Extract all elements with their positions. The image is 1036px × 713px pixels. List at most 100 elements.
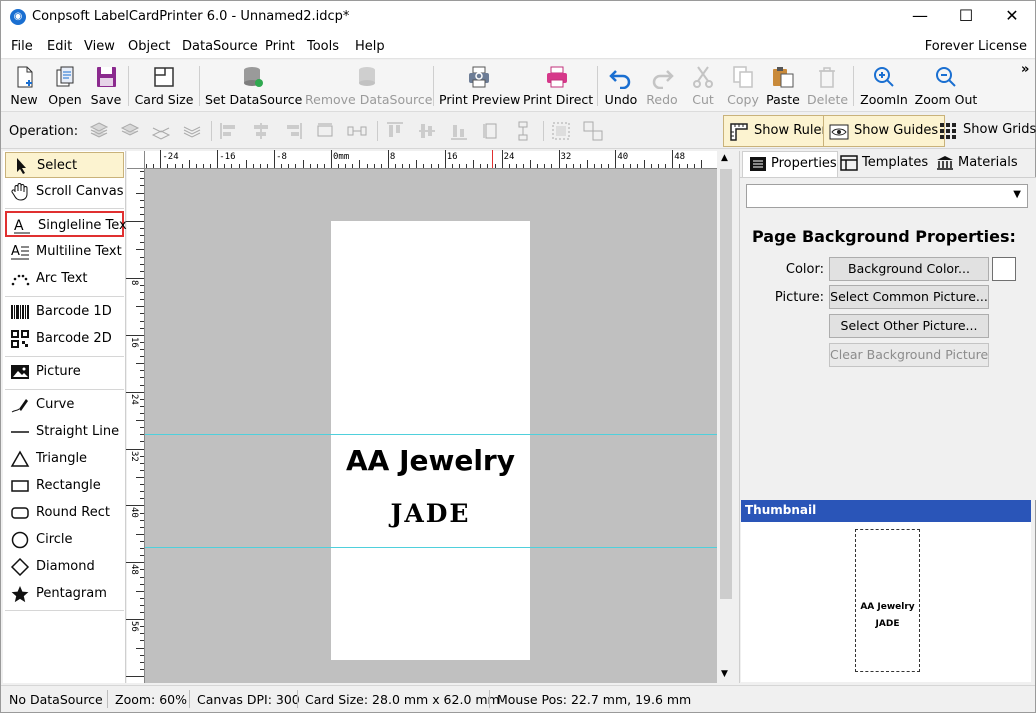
tab-templates[interactable]: Templates bbox=[834, 151, 928, 177]
align-middle-icon[interactable] bbox=[417, 121, 437, 141]
align-width-icon[interactable] bbox=[315, 121, 335, 141]
menu-tools[interactable]: Tools bbox=[307, 39, 339, 54]
tool-barcode-1d[interactable]: Barcode 1D bbox=[5, 299, 124, 325]
ruler-tick bbox=[700, 160, 702, 168]
scroll-up-icon[interactable]: ▲ bbox=[721, 153, 728, 163]
maximize-button[interactable]: ☐ bbox=[943, 1, 989, 33]
cut-button[interactable]: Cut bbox=[685, 63, 721, 109]
tool-barcode-2d[interactable]: Barcode 2D bbox=[5, 326, 124, 352]
tool-rectangle[interactable]: Rectangle bbox=[5, 473, 124, 499]
tool-round-rect[interactable]: Round Rect bbox=[5, 500, 124, 526]
tool-diamond[interactable]: Diamond bbox=[5, 554, 124, 580]
zoom-in-button[interactable]: ZoomIn bbox=[859, 63, 909, 109]
label-card[interactable]: AA Jewelry JADE bbox=[331, 221, 530, 660]
show-grids-toggle[interactable]: Show Grids bbox=[933, 115, 1036, 147]
ruler-tick bbox=[140, 668, 144, 670]
new-button[interactable]: New bbox=[7, 63, 41, 109]
tool-scroll-canvas[interactable]: Scroll Canvas bbox=[5, 179, 124, 205]
minimize-button[interactable]: — bbox=[897, 1, 943, 33]
tool-multiline-text[interactable]: A Multiline Text bbox=[5, 239, 124, 265]
send-to-back-icon[interactable] bbox=[182, 121, 202, 141]
tab-properties[interactable]: Properties bbox=[742, 151, 838, 177]
menu-datasource[interactable]: DataSource bbox=[182, 39, 258, 54]
clear-background-picture-button[interactable]: Clear Background Picture bbox=[829, 343, 989, 367]
open-button[interactable]: Open bbox=[46, 63, 84, 109]
copy-icon bbox=[733, 66, 753, 88]
color-swatch[interactable] bbox=[992, 257, 1016, 281]
show-guides-toggle[interactable]: Show Guides bbox=[823, 115, 946, 147]
print-direct-button[interactable]: Print Direct bbox=[523, 63, 593, 109]
menu-help[interactable]: Help bbox=[355, 39, 385, 54]
copy-button[interactable]: Copy bbox=[725, 63, 761, 109]
send-backward-icon[interactable] bbox=[151, 121, 171, 141]
paste-button[interactable]: Paste bbox=[765, 63, 801, 109]
scroll-down-icon[interactable]: ▼ bbox=[721, 669, 728, 679]
align-left-icon[interactable] bbox=[219, 121, 239, 141]
toolbar-separator bbox=[433, 66, 434, 106]
ruler-tick bbox=[140, 427, 144, 429]
align-bottom-icon[interactable] bbox=[449, 121, 469, 141]
set-datasource-button[interactable]: Set DataSource bbox=[205, 63, 302, 109]
align-right-icon[interactable] bbox=[283, 121, 303, 141]
menu-file[interactable]: File bbox=[11, 39, 33, 54]
tool-singleline-text[interactable]: A Singleline Text bbox=[5, 211, 132, 237]
show-ruler-toggle[interactable]: Show Ruler bbox=[723, 115, 834, 147]
tool-straight-line[interactable]: Straight Line bbox=[5, 419, 124, 445]
tool-circle[interactable]: Circle bbox=[5, 527, 124, 553]
palette-separator bbox=[5, 389, 124, 390]
card-size-button[interactable]: Card Size bbox=[134, 63, 194, 109]
ruler-tick bbox=[140, 292, 144, 294]
undo-button[interactable]: Undo bbox=[603, 63, 639, 109]
ruler-label: 8 bbox=[129, 279, 139, 286]
bring-to-front-icon[interactable] bbox=[89, 121, 109, 141]
background-color-button[interactable]: Background Color... bbox=[829, 257, 989, 281]
close-button[interactable]: ✕ bbox=[989, 1, 1035, 33]
tool-arc-text[interactable]: Arc Text bbox=[5, 266, 124, 292]
group-icon[interactable] bbox=[551, 121, 571, 141]
space-vertical-icon[interactable] bbox=[513, 121, 533, 141]
menu-print[interactable]: Print bbox=[265, 39, 295, 54]
tool-pentagram[interactable]: Pentagram bbox=[5, 581, 124, 607]
align-top-icon[interactable] bbox=[385, 121, 405, 141]
guide-line[interactable] bbox=[145, 434, 717, 435]
remove-datasource-button[interactable]: Remove DataSource bbox=[305, 63, 432, 109]
scrollbar-thumb[interactable] bbox=[720, 169, 732, 599]
toolbar-overflow-button[interactable]: » bbox=[1021, 62, 1029, 77]
tool-curve[interactable]: Curve bbox=[5, 392, 124, 418]
save-button[interactable]: Save bbox=[89, 63, 123, 109]
ruler-label: 16 bbox=[446, 152, 458, 162]
ruler-tick bbox=[238, 164, 240, 168]
tab-materials[interactable]: Materials bbox=[930, 151, 1018, 177]
menu-edit[interactable]: Edit bbox=[47, 39, 72, 54]
guide-line[interactable] bbox=[145, 547, 717, 548]
print-preview-button[interactable]: Print Preview bbox=[439, 63, 520, 109]
vertical-scrollbar[interactable]: ▲ ▼ bbox=[717, 151, 735, 683]
select-other-picture-button[interactable]: Select Other Picture... bbox=[829, 314, 989, 338]
bring-forward-icon[interactable] bbox=[120, 121, 140, 141]
ruler-tick bbox=[515, 164, 517, 168]
tool-select[interactable]: Select bbox=[5, 152, 124, 178]
space-horizontal-icon[interactable] bbox=[347, 121, 367, 141]
printer-icon bbox=[547, 66, 567, 88]
delete-button[interactable]: Delete bbox=[807, 63, 848, 109]
design-canvas[interactable]: -24 -16 -8 0mm 8 16 24 32 40 48 8 16 24 32 40 48 56 AA … bbox=[126, 150, 735, 683]
ruler-tick bbox=[140, 491, 144, 493]
text-object-jade[interactable]: JADE bbox=[331, 499, 530, 528]
zoom-out-button[interactable]: Zoom Out bbox=[914, 63, 978, 109]
menu-object[interactable]: Object bbox=[128, 39, 170, 54]
tool-triangle[interactable]: Triangle bbox=[5, 446, 124, 472]
ruler-tick bbox=[338, 164, 340, 168]
thumbnail-text-1: AA Jewelry bbox=[860, 602, 915, 612]
object-selector-dropdown[interactable]: ▼ bbox=[746, 184, 1028, 208]
align-height-icon[interactable] bbox=[481, 121, 501, 141]
thumbnail-card[interactable]: AA Jewelry JADE bbox=[855, 529, 920, 672]
align-center-icon[interactable] bbox=[251, 121, 271, 141]
text-object-aa-jewelry[interactable]: AA Jewelry bbox=[331, 444, 530, 477]
select-common-picture-button[interactable]: Select Common Picture... bbox=[829, 285, 989, 309]
ruler-tick bbox=[174, 164, 176, 168]
ungroup-icon[interactable] bbox=[583, 121, 603, 141]
tool-picture[interactable]: Picture bbox=[5, 359, 124, 385]
menu-view[interactable]: View bbox=[84, 39, 115, 54]
redo-button[interactable]: Redo bbox=[644, 63, 680, 109]
ruler-tick bbox=[140, 348, 144, 350]
